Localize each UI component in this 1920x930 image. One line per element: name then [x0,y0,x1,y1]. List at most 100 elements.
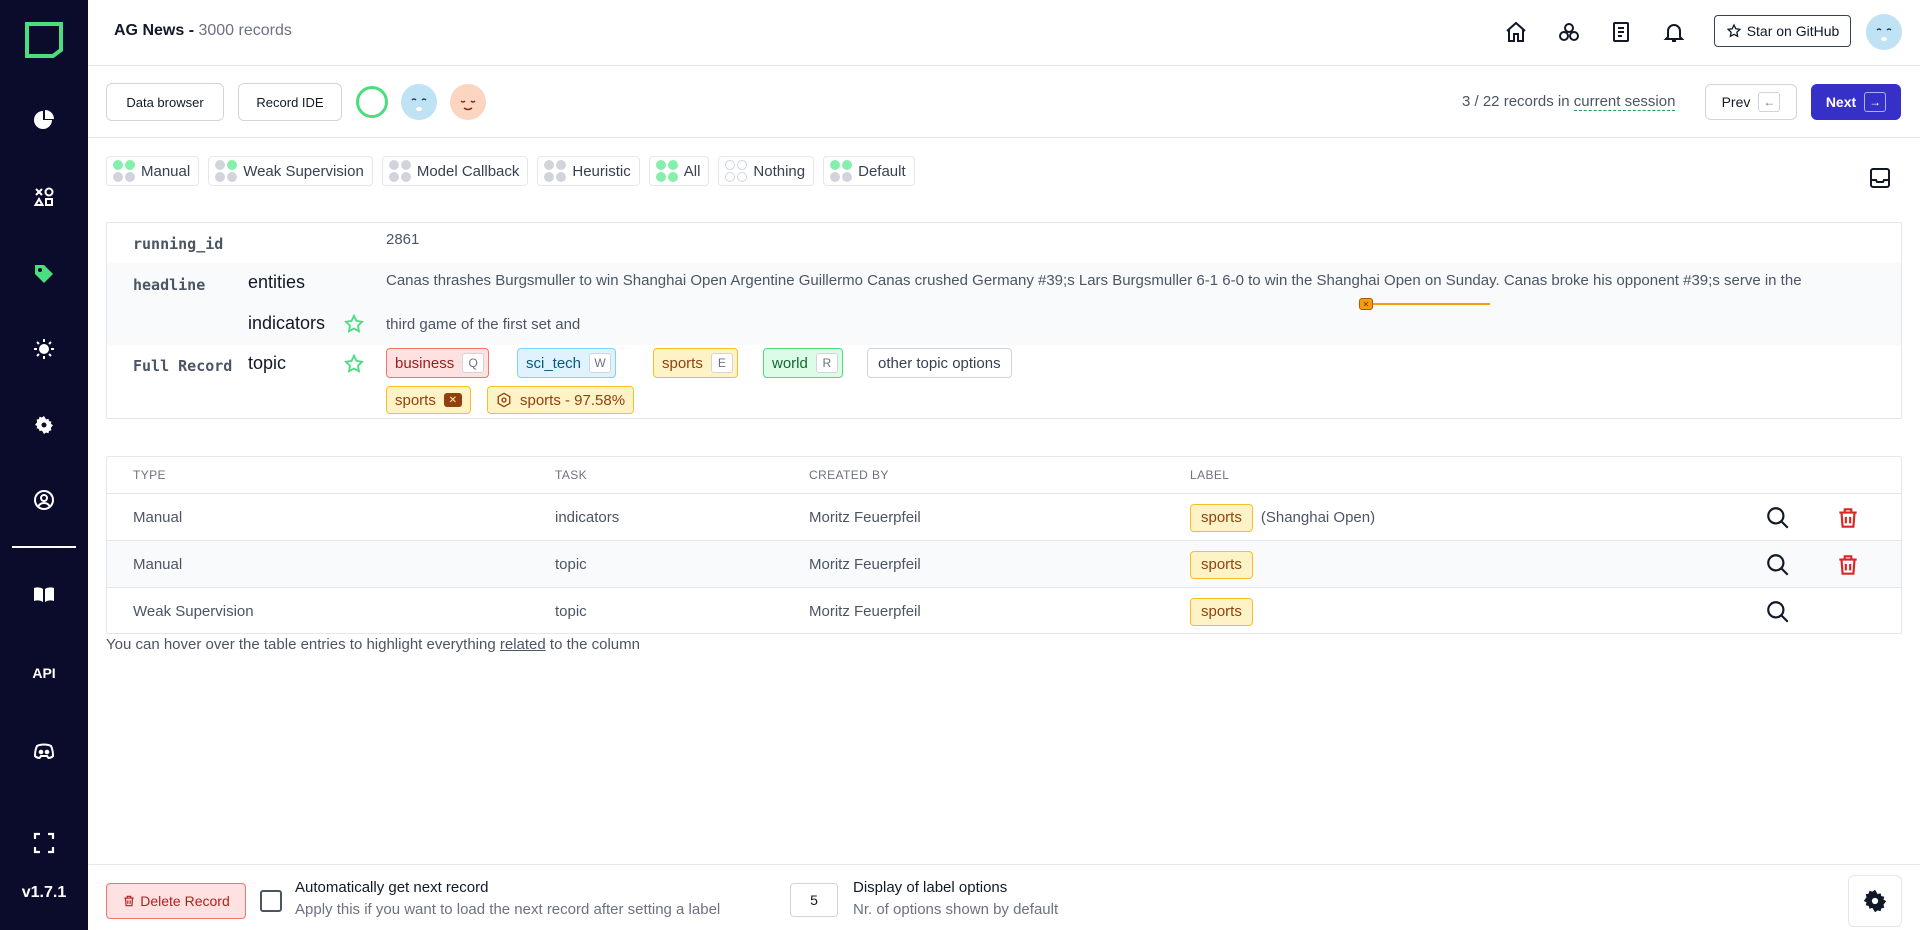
label-option-text: sci_tech [526,354,582,372]
trash-icon[interactable] [1835,552,1861,578]
tag-icon[interactable] [29,259,59,289]
running-id-key: running_id [133,235,224,253]
task-entities[interactable]: entities [248,272,305,293]
table-row[interactable]: Weak Supervision topic Moritz Feuerpfeil sp… [107,587,1901,634]
record-settings-button[interactable] [1848,875,1902,927]
annotator-ring-avatar[interactable] [356,86,388,118]
label-tag: sports [1190,551,1253,580]
data-browser-button[interactable]: Data browser [106,83,224,121]
filter-chip-weak-supervision[interactable]: Weak Supervision [208,156,373,186]
cell-created-by: Moritz Feuerpfeil [809,509,921,526]
label-option-text: business [395,354,455,372]
hotkey-badge: R [815,353,838,373]
hotkey-badge: E [710,353,733,373]
label-option-sci-tech[interactable]: sci_tech W [517,348,617,378]
label-option-text: world [772,354,808,372]
pie-chart-icon[interactable] [29,105,59,135]
auto-next-checkbox[interactable] [260,890,282,912]
next-button[interactable]: Next → [1811,84,1901,120]
filter-chip-default[interactable]: Default [823,156,915,186]
star-icon[interactable] [343,313,365,335]
label-assignments-table: TYPE TASK CREATED BY LABEL Manual indicat… [106,456,1902,634]
shapes-icon[interactable] [29,182,59,212]
annotator-avatar-blue[interactable] [401,84,437,120]
kern-logo-icon[interactable] [25,22,63,58]
headline-text-line-2[interactable]: third game of the first set and [386,316,580,333]
star-icon[interactable] [343,353,365,375]
gear-icon[interactable] [29,410,59,440]
delete-record-button[interactable]: Delete Record [106,883,246,919]
filter-chip-model-callback[interactable]: Model Callback [381,156,529,186]
cell-type: Weak Supervision [133,603,254,620]
auto-next-description: Apply this if you want to load the next … [295,901,721,918]
trash-icon[interactable] [1835,505,1861,531]
column-header-type: TYPE [133,468,166,482]
star-on-github-button[interactable]: Star on GitHub [1714,15,1851,47]
table-row[interactable]: Manual topic Moritz Feuerpfeil sports [107,540,1901,587]
column-header-label: LABEL [1190,468,1230,482]
filter-chip-label: Model Callback [416,162,520,180]
bulb-icon[interactable] [29,334,59,364]
sidebar-item-api[interactable]: API [29,658,59,688]
cell-label: sports [1190,588,1253,635]
cell-type: Manual [133,556,183,573]
entity-highlight-remove-icon[interactable]: ✕ [1359,298,1373,310]
search-icon[interactable] [1765,552,1791,578]
user-avatar[interactable] [1866,14,1902,50]
projects-icon[interactable] [1555,18,1583,46]
trash-icon [124,895,134,907]
fullscreen-icon[interactable] [29,828,59,858]
source-dots-icon [113,160,135,182]
source-dots-icon [215,160,238,182]
search-icon[interactable] [1765,599,1791,625]
remove-label-icon[interactable]: ✕ [443,393,462,407]
source-dots-icon [830,160,853,182]
record-row-running-id: running_id 2861 [107,223,1901,263]
table-row[interactable]: Manual indicators Moritz Feuerpfeil sports (… [107,493,1901,540]
search-icon[interactable] [1765,505,1791,531]
assigned-label-text: sports [395,391,436,409]
book-icon[interactable] [29,580,59,610]
label-option-sports[interactable]: sports E [653,348,738,378]
record-row-headline: headline entities indicators Canas thras… [107,263,1901,345]
annotator-avatar-orange[interactable] [450,84,486,120]
cell-created-by: Moritz Feuerpfeil [809,603,921,620]
display-options-description: Nr. of options shown by default [853,901,1059,918]
inbox-tray-icon[interactable] [1868,166,1892,190]
label-option-business[interactable]: business Q [386,348,490,378]
filter-chip-all[interactable]: All [648,156,710,186]
discord-icon[interactable] [29,737,59,767]
user-circle-icon[interactable] [29,485,59,515]
prediction-label-sports[interactable]: sports - 97.58% [487,386,635,414]
hexagon-icon [497,392,511,408]
hint-related-link[interactable]: related [500,636,546,653]
filter-chip-manual[interactable]: Manual [106,156,200,186]
filter-chip-heuristic[interactable]: Heuristic [537,156,640,186]
session-progress: 3 / 22 records in current session [1462,93,1676,111]
other-topic-options-button[interactable]: other topic options [867,348,1012,378]
star-icon [1726,23,1741,38]
prev-button[interactable]: Prev ← [1705,84,1797,120]
assigned-label-sports[interactable]: sports ✕ [386,386,471,414]
source-dots-icon [655,160,678,182]
record-ide-button[interactable]: Record IDE [238,83,342,121]
arrow-left-icon: ← [1758,92,1781,112]
current-session-link[interactable]: current session [1573,93,1676,111]
record-toolbar: Data browser Record IDE 3 / 22 records i… [88,66,1920,138]
headline-text-line-1[interactable]: Canas thrashes Burgsmuller to win Shangh… [386,272,1802,289]
version-label: v1.7.1 [21,884,67,901]
session-count: 3 / 22 records in [1462,93,1574,110]
home-icon[interactable] [1502,18,1530,46]
bell-icon[interactable] [1660,18,1688,46]
column-header-created-by: CREATED BY [809,468,889,482]
label-options-count-input[interactable] [790,883,838,917]
task-indicators[interactable]: indicators [248,313,325,334]
notes-icon[interactable] [1607,18,1635,46]
hotkey-badge: Q [462,353,485,373]
next-label: Next [1825,94,1857,110]
project-title: AG News - 3000 records [114,22,292,40]
label-option-world[interactable]: world R [763,348,843,378]
filter-chip-nothing[interactable]: Nothing [718,156,815,186]
task-topic[interactable]: topic [248,353,286,374]
hint-prefix: You can hover over the table entries to … [106,636,500,653]
